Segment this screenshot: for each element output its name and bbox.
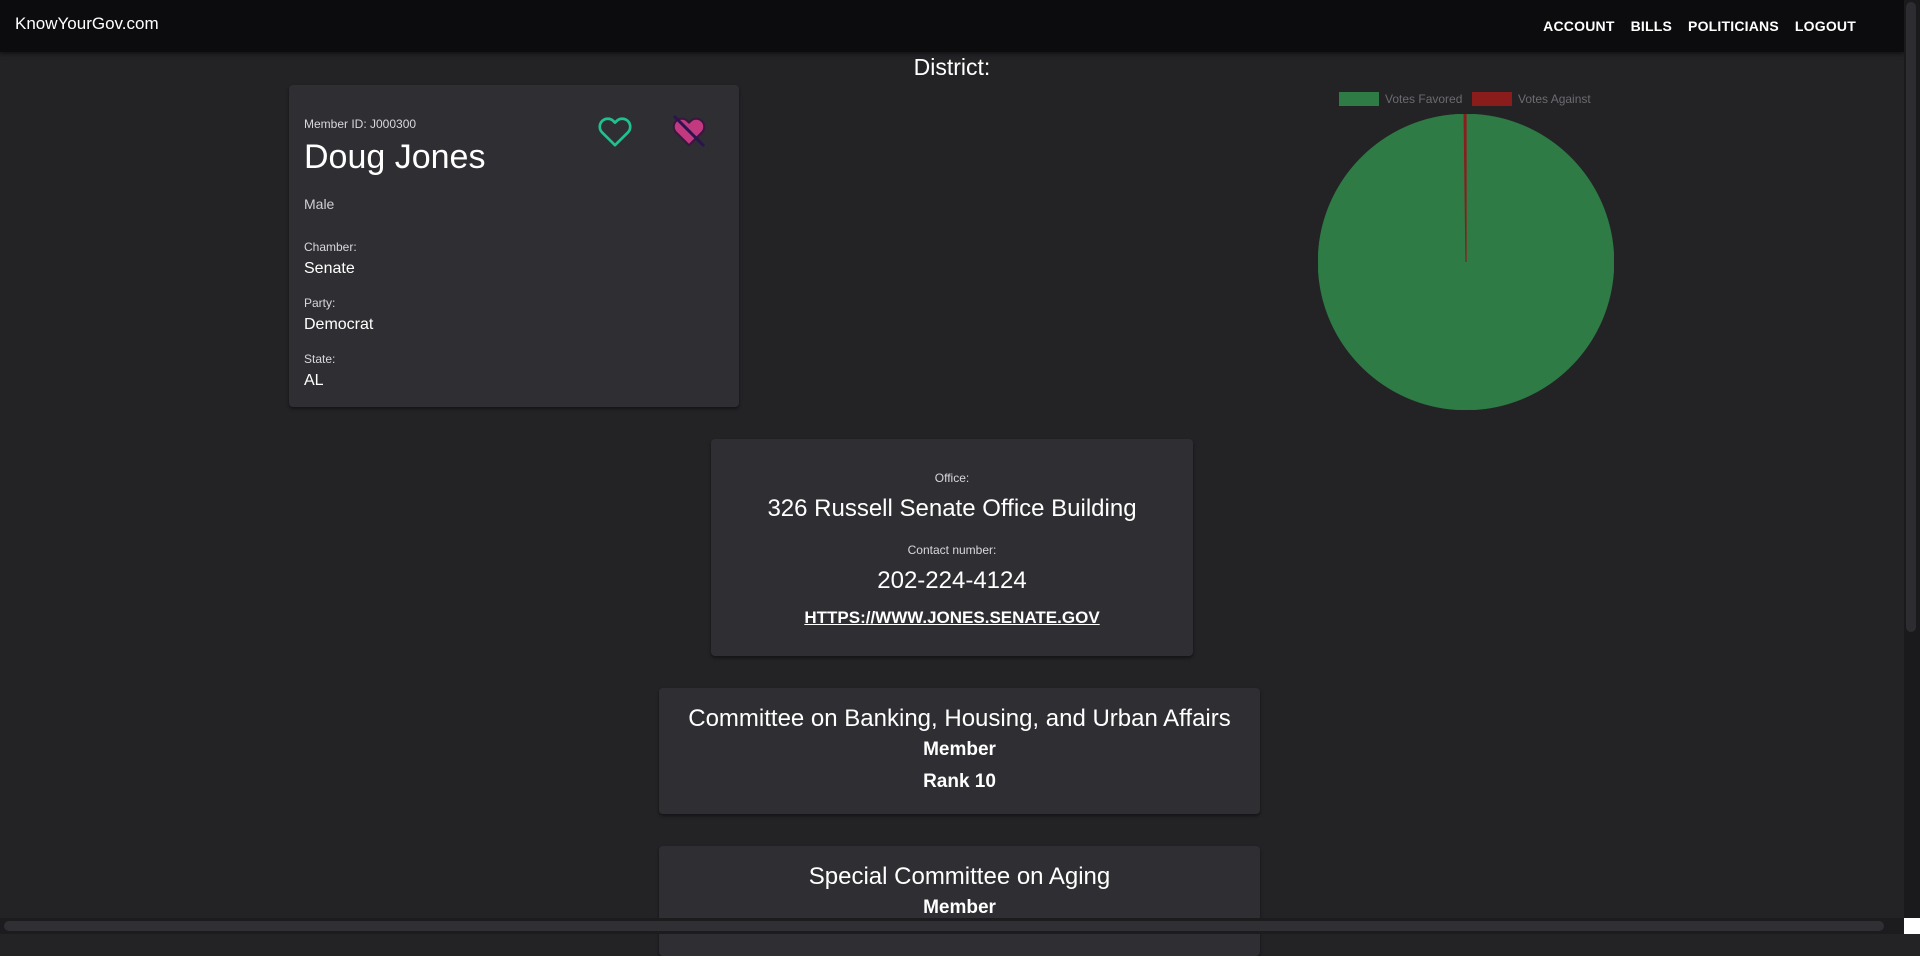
nav-politicians-link[interactable]: POLITICIANS	[1680, 18, 1787, 34]
website-link[interactable]: https://www.jones.senate.gov	[711, 608, 1193, 628]
heart-broken-icon	[672, 114, 706, 148]
vertical-scrollbar[interactable]	[1904, 0, 1920, 934]
legend-label-favored: Votes Favored	[1385, 92, 1463, 106]
vertical-scroll-thumb[interactable]	[1906, 2, 1916, 632]
committee-role: Member	[923, 897, 996, 918]
votes-pie-chart	[1318, 114, 1614, 410]
horizontal-scroll-thumb[interactable]	[4, 921, 1884, 931]
committee-name: Special Committee on Aging	[808, 863, 1111, 890]
committee-card: Committee on Banking, Housing, and Urban…	[659, 688, 1260, 814]
nav-bills-link[interactable]: BILLS	[1623, 18, 1680, 34]
member-id: Member ID: J000300	[304, 117, 417, 131]
horizontal-scrollbar[interactable]	[0, 918, 1904, 934]
heart-outline-icon	[598, 117, 632, 147]
nav-account-link[interactable]: ACCOUNT	[1535, 18, 1622, 34]
legend-votes-against[interactable]: Votes Against	[1472, 92, 1591, 106]
legend-swatch-against	[1472, 92, 1512, 106]
brand-logo[interactable]: KnowYourGov.com	[15, 14, 159, 34]
state-label: State:	[304, 352, 336, 366]
state-value: AL	[304, 372, 324, 389]
app-bar: KnowYourGov.com ACCOUNT BILLS POLITICIAN…	[0, 0, 1904, 52]
party-label: Party:	[304, 296, 336, 310]
committee-card: Special Committee on Aging Member	[659, 846, 1260, 956]
scrollbar-corner	[1904, 918, 1920, 934]
chamber-label: Chamber:	[304, 240, 357, 254]
politician-gender: Male	[304, 196, 335, 212]
office-address: 326 Russell Senate Office Building	[767, 495, 1137, 522]
legend-swatch-favored	[1339, 92, 1379, 106]
nav-logout-link[interactable]: LOGOUT	[1787, 18, 1864, 34]
committee-role: Member	[923, 739, 996, 760]
politician-profile-card: Member ID: J000300 Doug Jones Male Chamb…	[289, 85, 739, 407]
party-value: Democrat	[304, 316, 374, 333]
office-card: Office: 326 Russell Senate Office Buildi…	[711, 439, 1193, 656]
legend-votes-favored[interactable]: Votes Favored	[1339, 92, 1462, 106]
politician-name: Doug Jones	[304, 138, 486, 176]
contact-phone: 202-224-4124	[877, 567, 1027, 594]
favorite-button[interactable]	[595, 111, 635, 151]
committee-rank: Rank 10	[923, 771, 996, 792]
unfavorite-button[interactable]	[669, 111, 709, 151]
legend-label-against: Votes Against	[1518, 92, 1591, 106]
committee-name: Committee on Banking, Housing, and Urban…	[688, 705, 1231, 732]
district-heading: District:	[913, 54, 991, 80]
office-label: Office:	[934, 471, 970, 485]
chamber-value: Senate	[304, 260, 355, 277]
top-nav: ACCOUNT BILLS POLITICIANS LOGOUT	[1535, 0, 1864, 52]
contact-number-label: Contact number:	[907, 543, 997, 557]
